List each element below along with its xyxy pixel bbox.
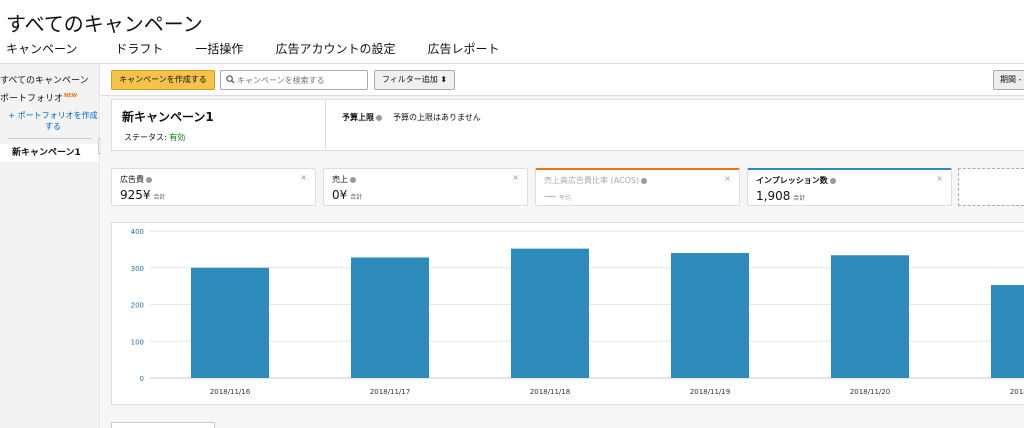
x-tick-label: 2018/11/17 — [370, 388, 410, 396]
bar[interactable] — [351, 257, 429, 378]
metric-card-acos[interactable]: 売上高広告費比率 (ACOS) × — 平均 — [535, 168, 740, 206]
add-portfolio-link[interactable]: + ポートフォリオを作成する — [8, 110, 98, 132]
main-nav: キャンペーン ドラフト 一括操作 広告アカウントの設定 広告レポート — [0, 40, 525, 64]
info-icon[interactable] — [641, 177, 648, 184]
metric-unit: 合計 — [350, 194, 363, 201]
x-tick-label: 2018/11/19 — [690, 388, 730, 396]
bar[interactable] — [511, 248, 589, 378]
campaign-info-panel: 新キャンペーン1 ステータス: 有効 予算上限 予算の上限はありません — [111, 99, 1024, 151]
metric-label: 売上高広告費比率 (ACOS) — [544, 176, 640, 185]
metric-value: 925¥ — [120, 188, 151, 202]
nav-bulk-operations[interactable]: 一括操作 — [189, 40, 249, 64]
nav-account-settings[interactable]: 広告アカウントの設定 — [269, 40, 401, 64]
metric-unit: 平均 — [559, 195, 572, 202]
info-icon[interactable] — [146, 176, 152, 183]
x-tick-label: 2018/11/20 — [850, 388, 890, 396]
budget-label-text: 予算上限 — [342, 113, 374, 122]
status-label: ステータス: — [124, 133, 170, 142]
nav-drafts[interactable]: ドラフト — [109, 40, 169, 64]
metric-card-ad-spend[interactable]: 広告費 × 925¥ 合計 — [111, 168, 316, 206]
sidebar-item-all-campaigns[interactable]: すべてのキャンペーン — [0, 73, 89, 86]
add-filter-button[interactable]: フィルター追加 ⬍ — [374, 70, 455, 90]
metric-unit: 合計 — [793, 195, 806, 202]
bar-chart: 0 100 200 300 400 2018/11/16 2018/11/17 2018/11… — [131, 228, 1024, 396]
nav-campaigns[interactable]: キャンペーン — [0, 40, 83, 64]
x-tick-label: 2018/11/21 — [1010, 388, 1024, 396]
metric-unit: 合計 — [153, 194, 166, 201]
sidebar-item-current-campaign[interactable]: 新キャンペーン1 — [0, 144, 99, 162]
metric-card-sales[interactable]: 売上 × 0¥ 合計 — [323, 168, 528, 206]
y-tick-label: 400 — [131, 228, 144, 236]
info-divider — [325, 100, 326, 151]
bar[interactable] — [991, 285, 1024, 378]
metric-value: 1,908 — [756, 189, 791, 203]
y-tick-label: 300 — [131, 265, 144, 273]
page-title: すべてのキャンペーン — [6, 12, 203, 36]
close-icon[interactable]: × — [300, 173, 307, 182]
x-tick-label: 2018/11/18 — [530, 388, 570, 396]
chart-panel: 0 100 200 300 400 2018/11/16 2018/11/17 2018/11… — [111, 222, 1024, 405]
metric-card-impressions[interactable]: インプレッション数 × 1,908 合計 — [747, 168, 952, 206]
sidebar-item-portfolio[interactable]: ポートフォリオNEW — [0, 91, 77, 104]
metric-label: インプレッション数 — [756, 176, 828, 185]
sidebar: すべてのキャンペーン ポートフォリオNEW + ポートフォリオを作成する 新キャ… — [0, 64, 100, 428]
campaign-name: 新キャンペーン1 — [122, 110, 214, 124]
search-input[interactable] — [237, 73, 365, 87]
sidebar-portfolio-label: ポートフォリオ — [0, 94, 64, 104]
campaign-status: ステータス: 有効 — [124, 132, 185, 143]
create-campaign-button[interactable]: キャンペーンを作成する — [111, 70, 215, 90]
toolbar: キャンペーンを作成する フィルター追加 ⬍ 期間 - — [101, 64, 1024, 96]
y-tick-label: 100 — [131, 338, 144, 346]
main-content: キャンペーンを作成する フィルター追加 ⬍ 期間 - 新キャンペーン1 ステータ… — [101, 64, 1024, 428]
metric-value: 0¥ — [332, 188, 348, 202]
top-header: すべてのキャンペーン キャンペーン ドラフト 一括操作 広告アカウントの設定 広… — [0, 0, 1024, 64]
close-icon[interactable]: × — [512, 173, 519, 182]
close-icon[interactable]: × — [724, 174, 731, 183]
y-tick-label: 200 — [131, 302, 144, 310]
budget-value: 予算の上限はありません — [393, 113, 481, 122]
info-icon[interactable] — [376, 114, 382, 121]
metric-label: 売上 — [332, 175, 348, 184]
metric-value: — — [544, 189, 556, 203]
bar[interactable] — [671, 253, 749, 378]
bottom-control[interactable] — [111, 422, 215, 428]
search-icon — [226, 75, 235, 84]
search-box[interactable] — [220, 70, 368, 90]
budget-label: 予算上限 — [342, 112, 382, 123]
add-metric-slot[interactable] — [958, 168, 1024, 206]
period-button[interactable]: 期間 - — [993, 70, 1024, 90]
info-icon[interactable] — [350, 176, 356, 183]
sidebar-divider — [8, 138, 92, 139]
nav-ad-reports[interactable]: 広告レポート — [421, 40, 505, 64]
info-icon[interactable] — [829, 177, 836, 184]
bar[interactable] — [831, 255, 909, 378]
bar[interactable] — [191, 267, 269, 378]
close-icon[interactable]: × — [936, 174, 943, 183]
status-value: 有効 — [169, 133, 186, 142]
new-badge: NEW — [64, 93, 78, 99]
y-tick-label: 0 — [140, 375, 144, 383]
x-tick-label: 2018/11/16 — [210, 388, 251, 396]
metric-label: 広告費 — [120, 175, 144, 184]
